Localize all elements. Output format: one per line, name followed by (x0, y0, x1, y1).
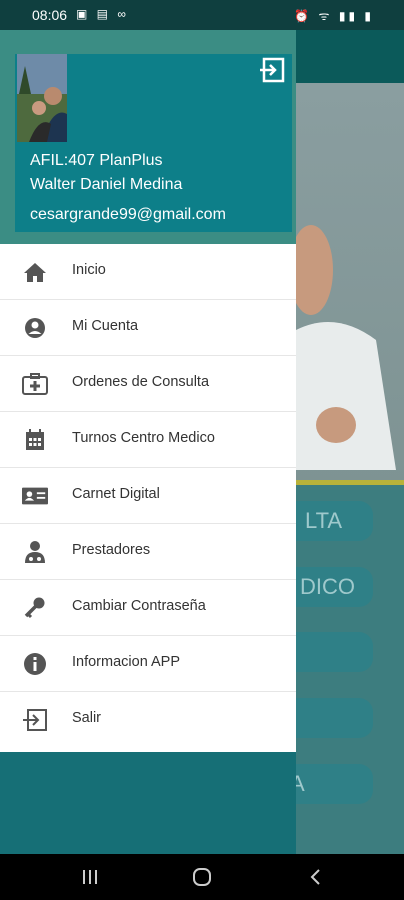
hero-person-image (296, 225, 396, 470)
status-bar: 08:06 ▣ ▤ ∞ ⏰ ᯤ ▮▮ ▮ (0, 0, 404, 30)
user-name: Walter Daniel Medina (30, 176, 183, 193)
avatar[interactable] (17, 54, 67, 142)
status-time: 08:06 (32, 7, 68, 23)
menu-item-label: Mi Cuenta (72, 318, 139, 334)
key-icon (24, 597, 45, 619)
menu-item-cambiar-contrasena[interactable]: Cambiar Contraseña (0, 580, 296, 636)
bg-button-2-label: DICO (300, 574, 355, 599)
home-nav-icon[interactable] (192, 867, 212, 887)
drawer-menu: Inicio Mi Cuenta Ordenes de Consulta Tur… (0, 244, 296, 752)
menu-item-label: Turnos Centro Medico (72, 430, 215, 446)
info-icon (24, 653, 46, 675)
system-nav-bar (0, 854, 404, 900)
home-icon (24, 263, 46, 282)
menu-item-label: Inicio (72, 262, 106, 278)
navigation-drawer: AFIL:407 PlanPlus Walter Daniel Medina c… (0, 30, 296, 854)
notification-icons: ▣ ▤ ∞ (76, 7, 129, 21)
menu-item-mi-cuenta[interactable]: Mi Cuenta (0, 300, 296, 356)
hero-divider (296, 480, 404, 485)
menu-item-informacion[interactable]: Informacion APP (0, 636, 296, 692)
menu-item-carnet[interactable]: Carnet Digital (0, 468, 296, 524)
menu-item-label: Cambiar Contraseña (72, 598, 206, 614)
membership-label: AFIL:407 PlanPlus (30, 152, 163, 169)
menu-item-label: Informacion APP (72, 654, 180, 670)
doctor-icon (25, 541, 45, 563)
menu-item-turnos[interactable]: Turnos Centro Medico (0, 412, 296, 468)
menu-item-ordenes[interactable]: Ordenes de Consulta (0, 356, 296, 412)
recent-apps-icon[interactable] (80, 868, 100, 886)
menu-item-label: Ordenes de Consulta (72, 374, 210, 390)
menu-item-prestadores[interactable]: Prestadores (0, 524, 296, 580)
menu-item-inicio[interactable]: Inicio (0, 244, 296, 300)
bg-button-1-label: LTA (305, 508, 343, 533)
calendar-icon (26, 429, 44, 450)
account-icon (25, 318, 45, 338)
menu-item-label: Carnet Digital (72, 486, 160, 502)
menu-item-label: Salir (72, 710, 102, 726)
drawer-header: AFIL:407 PlanPlus Walter Daniel Medina c… (15, 54, 292, 232)
menu-item-label: Prestadores (72, 542, 151, 558)
medical-bag-icon (22, 373, 48, 395)
user-email: cesargrande99@gmail.com (30, 206, 226, 223)
menu-item-salir[interactable]: Salir (0, 692, 296, 748)
system-status-icons: ⏰ ᯤ ▮▮ ▮ (294, 9, 374, 23)
id-card-icon (22, 487, 48, 505)
exit-icon (23, 709, 47, 731)
back-icon[interactable] (306, 867, 326, 887)
logout-icon[interactable] (258, 56, 286, 84)
